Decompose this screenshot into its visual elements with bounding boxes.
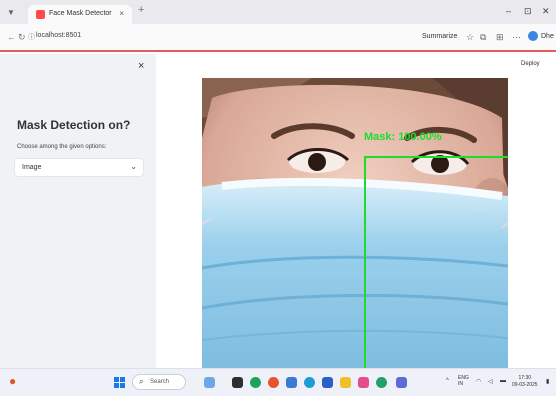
detection-result-image: Mask: 100.00% (202, 78, 508, 368)
browser-tab-bar: ▼ Face Mask Detector × + – ⊡ ✕ (0, 0, 556, 24)
tab-close-icon[interactable]: × (119, 9, 124, 18)
clock-date: 09-03-2025 (512, 382, 538, 388)
battery-icon[interactable]: ▬ (500, 378, 506, 384)
tab-face-mask-detector[interactable]: Face Mask Detector × (28, 5, 132, 24)
collections-icon[interactable]: ⧉ (480, 32, 486, 43)
minimize-button[interactable]: – (506, 6, 511, 16)
favorite-star-icon[interactable]: ☆ (466, 32, 474, 43)
main-content: Deploy Mask: 100.00% (156, 54, 556, 368)
search-placeholder: Search (150, 379, 170, 385)
task-view-icon[interactable] (232, 377, 243, 388)
site-info-icon[interactable]: ⓘ (28, 32, 35, 42)
weather-icon[interactable]: ● (9, 374, 16, 388)
detection-label: Mask: 100.00% (364, 131, 442, 143)
new-tab-button[interactable]: + (138, 4, 144, 16)
copilot-icon[interactable] (528, 31, 538, 41)
select-label: Choose among the given options: (17, 144, 107, 150)
clock-time: 17:30 (518, 375, 532, 381)
mode-select[interactable]: Image ⌄ (14, 158, 144, 177)
deploy-button[interactable]: Deploy (521, 61, 540, 67)
sidebar: × Mask Detection on? Choose among the gi… (0, 54, 156, 368)
close-window-button[interactable]: ✕ (542, 6, 550, 17)
chevron-down-icon: ⌄ (130, 162, 137, 171)
windows-taskbar: ● ⌕ Search ^ ENG IN ◠ ◁ ▬ 17:30 09-03-20… (0, 368, 556, 396)
extensions-icon[interactable]: ⊞ (496, 32, 504, 43)
sidebar-close-icon[interactable]: × (138, 60, 144, 72)
more-icon[interactable]: ⋯ (512, 32, 521, 43)
folder-icon[interactable] (340, 377, 351, 388)
vscode-icon[interactable] (322, 377, 333, 388)
maximize-button[interactable]: ⊡ (524, 6, 532, 17)
photos-icon[interactable] (358, 377, 369, 388)
notification-icon[interactable]: ▮ (546, 378, 549, 385)
streamlit-favicon-icon (36, 10, 45, 19)
profile-label[interactable]: Dhe (541, 33, 554, 40)
summarize-button[interactable]: Summarize (422, 33, 457, 40)
chrome-app-icon[interactable] (376, 377, 387, 388)
select-value: Image (22, 164, 42, 171)
url-text[interactable]: localhost:8501 (36, 32, 81, 39)
search-icon: ⌕ (139, 377, 144, 386)
language-bottom: IN (458, 381, 463, 387)
volume-icon[interactable]: ◁ (488, 378, 493, 385)
widgets-icon[interactable] (204, 377, 215, 388)
tab-list-chevron-down-icon[interactable]: ▼ (7, 8, 15, 17)
reload-icon[interactable]: ↻ (18, 32, 26, 43)
detection-bounding-box (364, 156, 508, 368)
tab-title: Face Mask Detector (49, 10, 112, 17)
tray-chevron-up-icon[interactable]: ^ (446, 378, 449, 384)
teams-icon[interactable] (286, 377, 297, 388)
visual-studio-icon[interactable] (396, 377, 407, 388)
chrome-icon[interactable] (268, 377, 279, 388)
browser-address-bar: ← ↻ ⓘ localhost:8501 Summarize ☆ ⧉ ⊞ ⋯ D… (0, 24, 556, 52)
language-indicator[interactable]: ENG IN (458, 375, 469, 387)
taskbar-search-input[interactable]: ⌕ Search (132, 374, 186, 390)
start-icon[interactable] (114, 377, 125, 388)
back-arrow-icon[interactable]: ← (7, 32, 16, 42)
taskbar-clock[interactable]: 17:30 09-03-2025 (512, 375, 538, 389)
edge-icon[interactable] (250, 377, 261, 388)
sidebar-heading: Mask Detection on? (17, 118, 131, 132)
wifi-icon[interactable]: ◠ (476, 378, 481, 385)
edge-browser-icon[interactable] (304, 377, 315, 388)
